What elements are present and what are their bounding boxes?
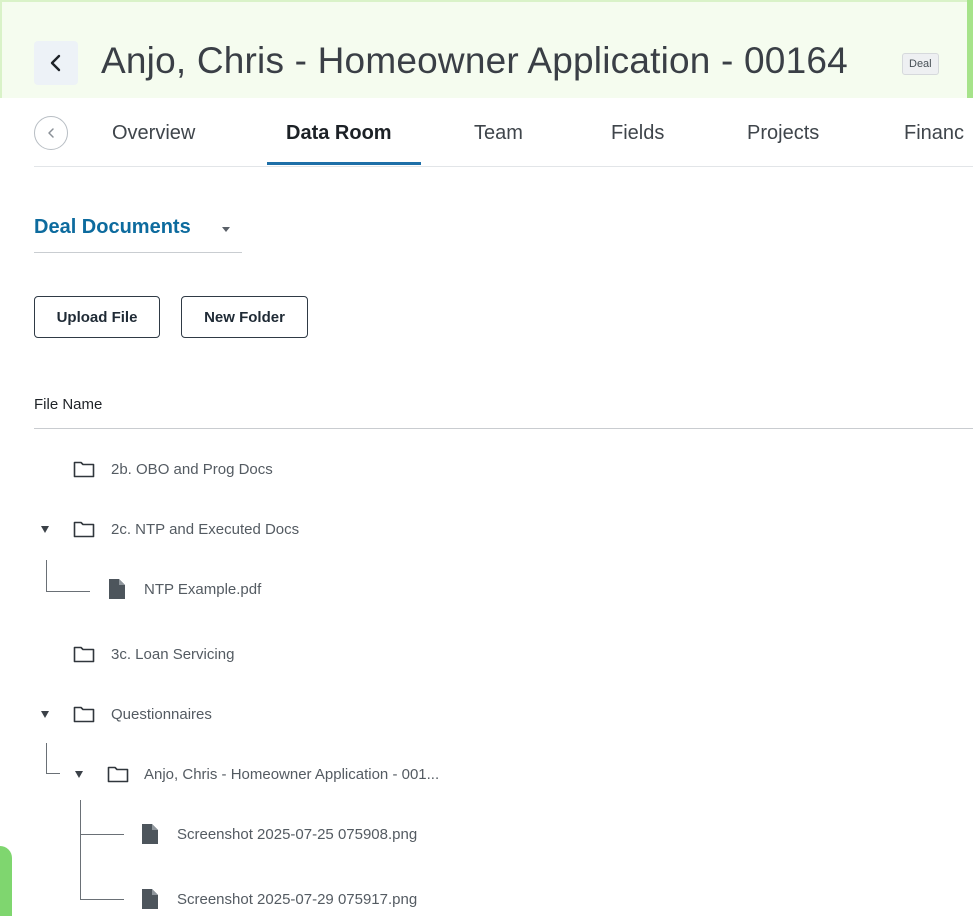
expand-caret-icon[interactable] — [41, 526, 49, 533]
top-highlight-border — [0, 0, 973, 2]
folder-name: Anjo, Chris - Homeowner Application - 00… — [144, 765, 440, 783]
tabs-scroll-left-button[interactable] — [34, 116, 68, 150]
file-name: Screenshot 2025-07-25 075908.png — [177, 825, 418, 843]
folder-icon — [73, 706, 95, 723]
tree-row-folder[interactable]: Questionnaires — [0, 700, 973, 728]
folder-icon — [107, 766, 129, 783]
left-highlight-border — [0, 0, 2, 98]
tab-projects[interactable]: Projects — [747, 122, 819, 145]
folder-icon — [73, 521, 95, 538]
folder-name: 2b. OBO and Prog Docs — [111, 460, 273, 478]
tab-bar: Overview Data Room Team Fields Projects … — [34, 102, 973, 167]
file-icon — [142, 824, 158, 844]
upload-file-button[interactable]: Upload File — [34, 296, 160, 338]
file-name-column-header[interactable]: File Name — [34, 396, 102, 413]
folder-name: 2c. NTP and Executed Docs — [111, 520, 300, 538]
file-name: Screenshot 2025-07-29 075917.png — [177, 890, 418, 908]
tree-row-folder[interactable]: 2c. NTP and Executed Docs — [0, 515, 973, 543]
record-type-badge: Deal — [902, 53, 939, 75]
folder-name: 3c. Loan Servicing — [111, 645, 235, 663]
folder-icon — [73, 461, 95, 478]
new-folder-button[interactable]: New Folder — [181, 296, 308, 338]
file-icon — [109, 579, 125, 599]
folder-name: Questionnaires — [111, 705, 212, 723]
document-set-dropdown[interactable]: Deal Documents — [34, 214, 242, 253]
expand-caret-icon[interactable] — [75, 771, 83, 778]
tab-data-room[interactable]: Data Room — [286, 122, 392, 145]
tree-row-file[interactable]: Screenshot 2025-07-25 075908.png — [0, 820, 973, 848]
tree-row-folder[interactable]: 3c. Loan Servicing — [0, 640, 973, 668]
tab-overview[interactable]: Overview — [112, 122, 195, 145]
tab-fields[interactable]: Fields — [611, 122, 664, 145]
page-title: Anjo, Chris - Homeowner Application - 00… — [101, 40, 848, 81]
file-name: NTP Example.pdf — [144, 580, 262, 598]
header-divider — [34, 428, 973, 429]
chevron-left-icon — [48, 128, 54, 138]
right-highlight-edge — [967, 0, 973, 98]
tree-row-file[interactable]: NTP Example.pdf — [0, 575, 973, 603]
tab-financials[interactable]: Financ — [904, 122, 964, 145]
tree-row-folder[interactable]: 2b. OBO and Prog Docs — [0, 455, 973, 483]
file-icon — [142, 889, 158, 909]
document-set-label: Deal Documents — [34, 216, 191, 238]
active-tab-indicator — [267, 162, 421, 165]
expand-caret-icon[interactable] — [41, 711, 49, 718]
caret-down-icon — [222, 227, 230, 232]
tree-row-folder[interactable]: Anjo, Chris - Homeowner Application - 00… — [0, 760, 973, 788]
tab-team[interactable]: Team — [474, 122, 523, 145]
folder-icon — [73, 646, 95, 663]
back-button[interactable] — [34, 41, 78, 85]
chevron-left-icon — [50, 54, 61, 72]
